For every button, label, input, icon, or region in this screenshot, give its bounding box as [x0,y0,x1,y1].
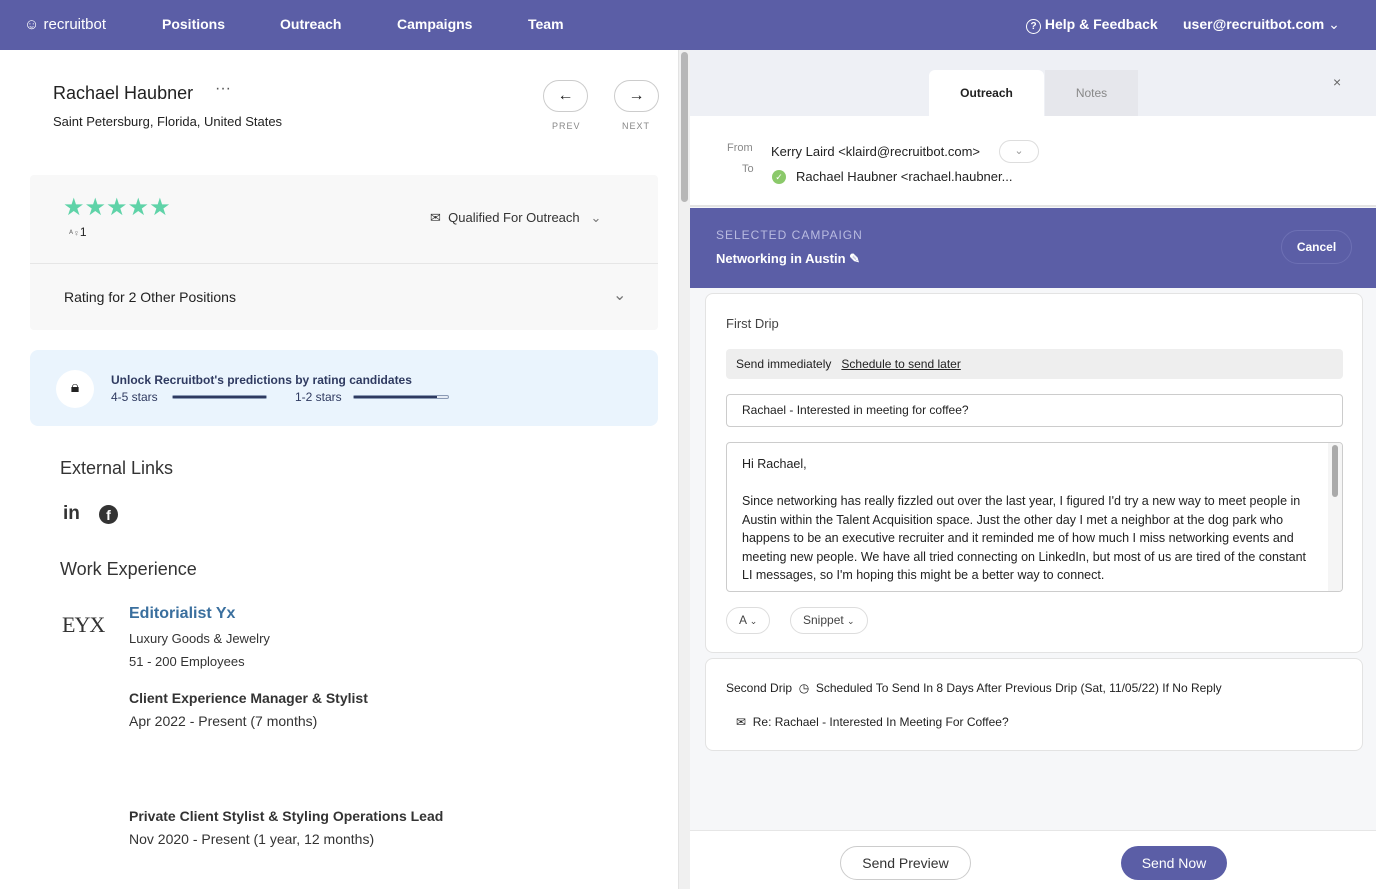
pencil-icon[interactable]: ✎ [849,251,860,266]
outreach-panel: Outreach Notes × From To Kerry Laird <kl… [690,50,1376,889]
help-icon: ? [1026,19,1041,34]
star-icon[interactable]: ★ [85,194,107,221]
work-experience-title: Work Experience [60,559,197,579]
campaign-label: SELECTED CAMPAIGN [716,228,863,242]
drip-schedule: Scheduled To Send In 8 Days After Previo… [815,681,1222,695]
top-nav: ☺ recruitbot Positions Outreach Campaign… [0,0,1376,50]
editor-scrollbar[interactable] [1328,443,1342,591]
low-rating-label: 1-2 stars [295,390,342,404]
mail-star-icon: ✉ [430,210,441,225]
from-label: From [727,142,753,154]
candidate-name: Rachael Haubner [53,83,194,103]
high-rating-progress [172,395,267,399]
send-now-button[interactable]: Send Now [1121,846,1227,880]
drip-title: First Drip [726,316,779,331]
nav-positions[interactable]: Positions [162,16,225,32]
nav-campaigns[interactable]: Campaigns [397,16,472,32]
send-timing: Send immediately Schedule to send later [726,349,1343,379]
company-industry: Luxury Goods & Jewelry [129,631,270,646]
verified-icon: ✓ [772,170,786,184]
arrow-right-icon: → [628,87,645,104]
company-logo: EYX [62,612,105,637]
send-preview-button[interactable]: Send Preview [840,846,971,880]
other-positions-toggle[interactable]: Rating for 2 Other Positions [64,289,236,305]
robot-icon: ☺ [24,16,40,33]
scrollbar[interactable] [678,50,690,889]
nav-team[interactable]: Team [528,16,564,32]
role-title: Client Experience Manager & Stylist [129,690,368,706]
body-greeting: Hi Rachael, [742,457,807,471]
prev-button[interactable]: ← [543,80,588,112]
role-dates: Nov 2020 - Present (1 year, 12 months) [129,831,375,847]
to-value: Rachael Haubner <rachael.haubner... [796,169,1013,184]
arrow-left-icon: ← [557,87,574,104]
more-icon[interactable]: ··· [215,80,231,98]
candidate-panel: Rachael Haubner ··· Saint Petersburg, Fl… [0,50,678,889]
star-icon[interactable]: ★ [128,194,150,221]
status-dropdown[interactable]: ✉ Qualified For Outreach ⌄ [430,210,601,226]
from-value: Kerry Laird <klaird@recruitbot.com> [771,144,980,159]
to-label: To [742,163,754,175]
chevron-down-icon[interactable]: ⌄ [613,285,626,305]
clock-icon: ◷ [798,681,810,695]
snippet-button[interactable]: Snippet ⌄ [790,607,868,634]
star-icon[interactable]: ★ [106,194,128,221]
second-drip-card: Second Drip ◷ Scheduled To Send In 8 Day… [705,658,1363,751]
close-icon[interactable]: × [1333,74,1341,90]
subject-input[interactable]: Rachael - Interested in meeting for coff… [726,394,1343,427]
chevron-down-icon: ⌄ [590,210,602,225]
unlock-banner: 🔒︎ Unlock Recruitbot's predictions by ra… [30,350,658,426]
chevron-down-icon: ⌄ [749,616,758,626]
tab-outreach[interactable]: Outreach [929,70,1044,116]
user-menu[interactable]: user@recruitbot.com ⌄ [1183,16,1340,33]
font-button[interactable]: A ⌄ [726,607,771,634]
second-drip-header: Second Drip ◷ Scheduled To Send In 8 Day… [726,681,1222,695]
send-immediately-option[interactable]: Send immediately [736,357,831,371]
from-dropdown[interactable]: ⌄ [999,140,1039,163]
linkedin-icon[interactable]: in [63,503,80,525]
next-label: NEXT [622,121,651,131]
star-icon[interactable]: ★ [63,194,85,221]
tab-bar: Outreach Notes × [690,50,1376,116]
lock-icon: 🔒︎ [56,370,94,408]
schedule-later-link[interactable]: Schedule to send later [841,357,960,371]
unlock-title: Unlock Recruitbot's predictions by ratin… [111,373,412,387]
body-editor[interactable]: Hi Rachael, Since networking has really … [726,442,1343,592]
role-dates: Apr 2022 - Present (7 months) [129,713,318,729]
company-size: 51 - 200 Employees [129,654,245,669]
star-icon[interactable]: ★ [149,194,171,221]
nav-outreach[interactable]: Outreach [280,16,341,32]
low-rating-progress [353,395,449,399]
campaign-name[interactable]: Networking in Austin ✎ [716,251,860,267]
chevron-down-icon: ⌄ [847,616,855,626]
cancel-button[interactable]: Cancel [1281,230,1352,264]
star-rating[interactable]: ★★★★★ [63,193,171,222]
second-drip-subject[interactable]: ✉ Re: Rachael - Interested In Meeting Fo… [736,715,1009,729]
people-icon: ᴬ♀ [69,228,80,238]
rater-count: ᴬ♀1 [69,225,87,239]
role-title: Private Client Stylist & Styling Operati… [129,808,444,824]
high-rating-label: 4-5 stars [111,390,158,404]
chevron-down-icon: ⌄ [1328,16,1340,32]
company-name[interactable]: Editorialist Yx [129,605,235,623]
first-drip-card: First Drip Send immediately Schedule to … [705,293,1363,653]
next-button[interactable]: → [614,80,659,112]
candidate-location: Saint Petersburg, Florida, United States [53,114,283,129]
logo[interactable]: ☺ recruitbot [24,16,106,33]
divider [30,263,658,264]
campaign-banner: SELECTED CAMPAIGN Networking in Austin ✎… [690,208,1376,288]
rating-card: ★★★★★ ᴬ♀1 ✉ Qualified For Outreach ⌄ Rat… [30,175,658,330]
scrollbar-thumb[interactable] [681,52,688,202]
body-paragraph: Since networking has really fizzled out … [742,494,1307,582]
prev-label: PREV [552,121,581,131]
email-header: From To Kerry Laird <klaird@recruitbot.c… [690,116,1376,207]
footer: Send Preview Send Now [690,830,1376,889]
tab-notes[interactable]: Notes [1045,70,1138,116]
help-button[interactable]: ? Help & Feedback [1026,16,1158,34]
facebook-icon[interactable]: f [99,505,118,524]
mail-star-icon: ✉ [736,715,747,729]
external-links-title: External Links [60,458,174,478]
